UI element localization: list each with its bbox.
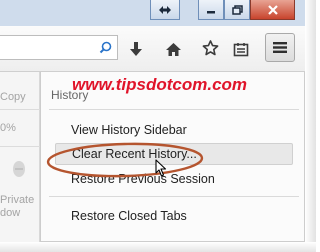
bookmark-star-button[interactable] — [200, 38, 220, 58]
frame-shadow-right — [305, 0, 316, 252]
downloads-button[interactable] — [126, 39, 146, 59]
history-panel: www.tipsdotcom.com History View History … — [40, 72, 305, 242]
clear-recent-history-item[interactable]: Clear Recent History... — [55, 143, 293, 165]
zoom-value: 0% — [0, 122, 16, 134]
watermark-text: www.tipsdotcom.com — [72, 75, 248, 94]
search-icon — [99, 41, 112, 54]
history-panel-title: History — [51, 88, 89, 102]
restore-closed-tabs-item[interactable]: Restore Closed Tabs — [55, 205, 293, 227]
private-window-label-line2[interactable]: dow — [0, 207, 20, 219]
menu-separator — [0, 146, 40, 147]
frame-shadow-bottom — [0, 242, 316, 252]
close-window-button[interactable] — [250, 0, 295, 20]
minimize-button[interactable] — [198, 0, 224, 20]
maximize-button[interactable] — [224, 0, 250, 20]
double-arrow-icon — [159, 5, 171, 14]
menu-separator — [49, 196, 299, 197]
bookmarks-list-icon — [233, 42, 249, 56]
private-window-label[interactable]: Private — [0, 194, 34, 206]
minimize-icon — [207, 10, 215, 13]
navigation-toolbar — [0, 26, 316, 72]
restore-window-icon — [231, 4, 243, 15]
home-icon — [165, 42, 181, 56]
restore-tab-button[interactable] — [150, 0, 180, 20]
main-menu-panel: Copy 0% Private dow — [0, 72, 40, 242]
download-arrow-icon — [130, 42, 142, 56]
open-menu-button[interactable] — [265, 33, 295, 62]
url-bar[interactable] — [0, 35, 118, 60]
menu-separator — [49, 109, 299, 110]
star-icon — [202, 40, 218, 56]
mouse-cursor-icon — [155, 159, 167, 177]
copy-label: Copy — [0, 91, 26, 103]
home-button[interactable] — [163, 39, 183, 59]
hamburger-menu-icon — [273, 42, 287, 53]
close-icon — [267, 4, 278, 15]
title-bar — [0, 0, 316, 26]
menu-separator — [0, 109, 40, 110]
bookmarks-menu-button[interactable] — [231, 39, 251, 59]
private-window-icon — [13, 161, 25, 177]
restore-previous-session-item[interactable]: Restore Previous Session — [55, 168, 293, 190]
view-history-sidebar-item[interactable]: View History Sidebar — [55, 119, 293, 141]
